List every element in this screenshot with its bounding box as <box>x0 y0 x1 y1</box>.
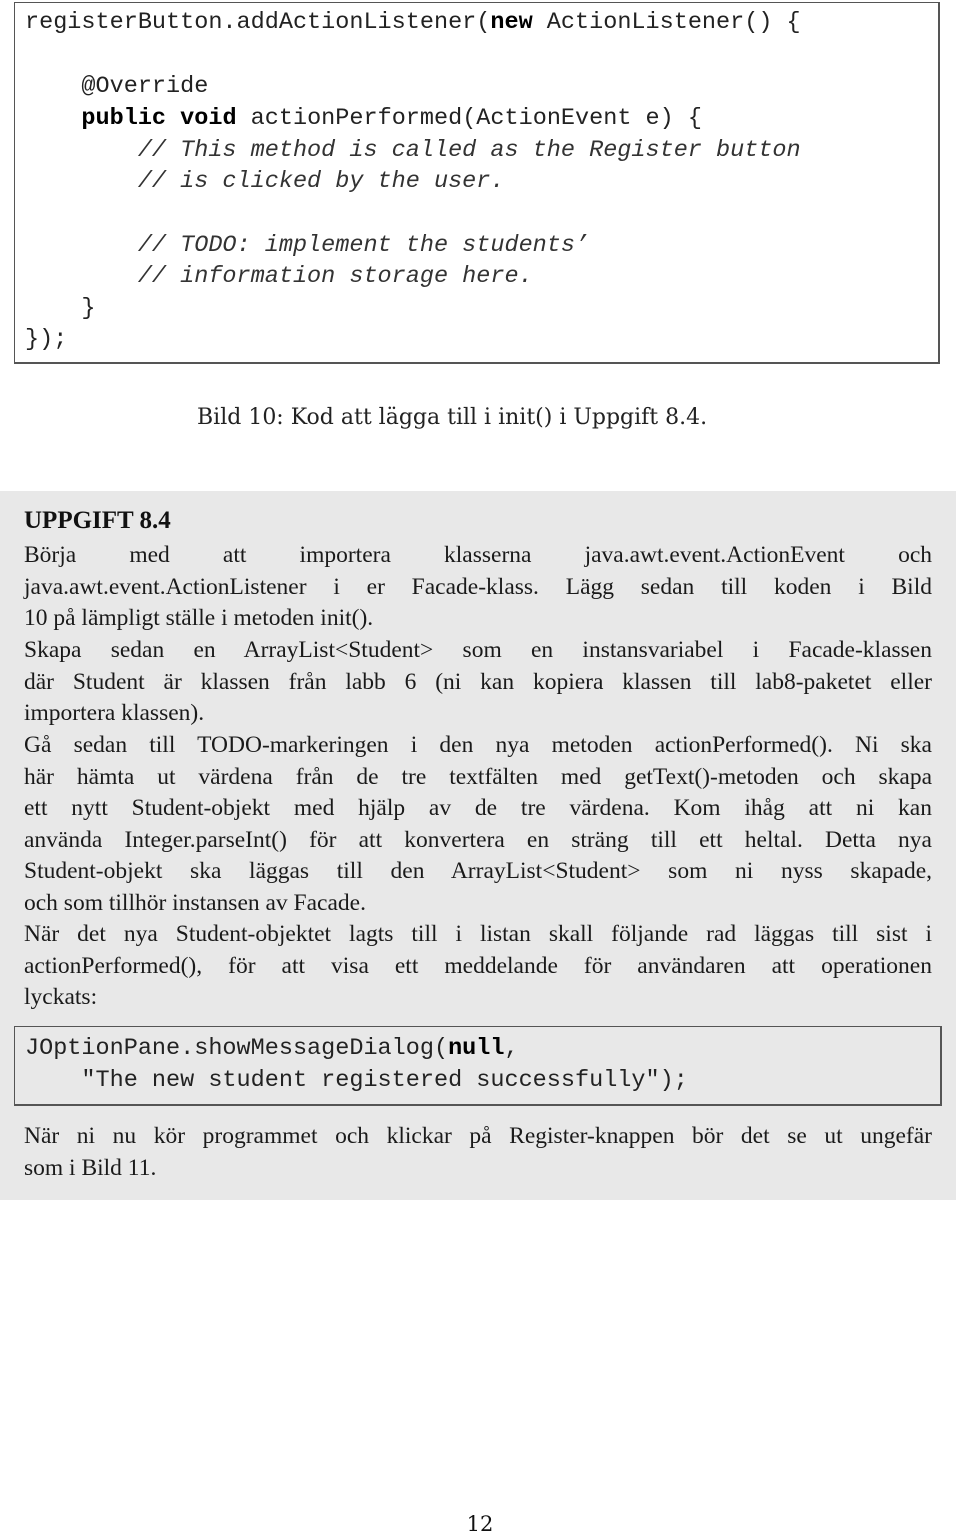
code-line: JOptionPane.showMessageDialog(null, <box>25 1035 519 1062</box>
paragraph-line: som i Bild 11. <box>24 1154 157 1181</box>
paragraph-line: actionPerformed(), för att visa ett medd… <box>24 952 932 979</box>
code-line: public void actionPerformed(ActionEvent … <box>25 105 702 132</box>
paragraph-arraylist: Skapa sedan en ArrayList<Student> som en… <box>24 635 932 730</box>
paragraph-line: använda Integer.parseInt() för att konve… <box>24 826 932 853</box>
code-snippet-box: JOptionPane.showMessageDialog(null, "The… <box>14 1026 942 1106</box>
task-box: UPPGIFT 8.4 Börja med att importera klas… <box>0 491 956 1200</box>
paragraph-line: Börja med att importera klasserna java.a… <box>24 542 932 568</box>
paragraph-line: lyckats: <box>24 984 98 1010</box>
paragraph-line: ett nytt Student-objekt med hjälp av de … <box>24 795 932 821</box>
code-comment: // is clicked by the user. <box>25 168 505 195</box>
code-text: JOptionPane.showMessageDialog( <box>25 1035 449 1062</box>
paragraph-imports: Börja med att importera klasserna java.a… <box>24 540 932 635</box>
code-comment: // This method is called as the Register… <box>25 137 801 164</box>
code-line: }); <box>25 326 68 353</box>
code-line: @Override <box>25 73 208 100</box>
paragraph-line: java.awt.event.ActionListener i er Facad… <box>24 573 932 600</box>
paragraph-result: När ni nu kör programmet och klickar på … <box>24 1121 932 1184</box>
code-line: registerButton.addActionListener(new Act… <box>25 9 801 36</box>
code-comment: // TODO: implement the students’ <box>25 232 590 259</box>
paragraph-line: Student-objekt ska läggas till den Array… <box>24 858 932 884</box>
code-keyword: null <box>448 1035 505 1062</box>
code-listing: registerButton.addActionListener(new Act… <box>25 9 801 353</box>
code-line: } <box>25 295 96 322</box>
paragraph-line: Gå sedan till TODO-markeringen i den nya… <box>24 732 932 758</box>
paragraph-line: och som tillhör instansen av Facade. <box>24 889 366 916</box>
code-annotation: @Override <box>25 73 209 100</box>
code-text: ActionListener() { <box>532 9 801 36</box>
code-keyword: public void <box>81 105 237 132</box>
code-text: actionPerformed(ActionEvent e) { <box>236 105 702 132</box>
paragraph-line: När ni nu kör programmet och klickar på … <box>24 1123 932 1149</box>
task-title: UPPGIFT 8.4 <box>24 507 171 534</box>
code-listing-box: registerButton.addActionListener(new Act… <box>14 2 940 364</box>
paragraph-line: 10 på lämpligt ställe i metoden init(). <box>24 605 374 631</box>
code-comment: // information storage here. <box>25 263 533 290</box>
code-keyword: new <box>490 9 533 36</box>
figure-caption: Bild 10: Kod att lägga till i init() i U… <box>197 405 708 430</box>
code-text: registerButton.addActionListener( <box>25 9 491 36</box>
code-text: , <box>504 1035 519 1062</box>
code-line: "The new student registered successfully… <box>25 1067 688 1094</box>
paragraph-line: där Student är klassen från labb 6 (ni k… <box>24 668 932 695</box>
paragraph-message: När det nya Student-objektet lagts till … <box>24 919 932 1014</box>
paragraph-line: Skapa sedan en ArrayList<Student> som en… <box>24 637 932 663</box>
paragraph-line: här hämta ut värdena från de tre textfäl… <box>24 763 932 790</box>
page-number: 12 <box>466 1512 494 1536</box>
paragraph-line: importera klassen). <box>24 700 205 726</box>
paragraph-todo: Gå sedan till TODO-markeringen i den nya… <box>24 730 932 919</box>
paragraph-line: När det nya Student-objektet lagts till … <box>24 921 932 947</box>
